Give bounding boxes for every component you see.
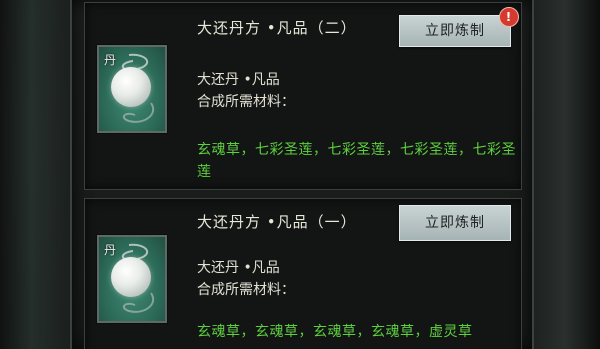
- craft-now-label: 立即炼制: [425, 215, 485, 231]
- recipe-list-panel[interactable]: 丹 大还丹方 •凡品（二） 立即炼制 ! 大还丹 •凡品 合成所需材料： 玄魂草…: [70, 0, 534, 349]
- recipe-info: 大还丹 •凡品 合成所需材料：: [197, 69, 295, 113]
- craft-now-button[interactable]: 立即炼制: [399, 205, 511, 241]
- pill-thumbnail[interactable]: 丹: [97, 235, 167, 323]
- materials-label: 合成所需材料：: [197, 282, 295, 298]
- product-name: 大还丹 •凡品: [197, 260, 280, 276]
- recipe-card: 丹 大还丹方 •凡品（一） 立即炼制 大还丹 •凡品 合成所需材料： 玄魂草，玄…: [84, 198, 522, 349]
- product-name: 大还丹 •凡品: [197, 72, 280, 88]
- recipe-title: 大还丹方 •凡品（二）: [197, 19, 357, 37]
- craft-now-label: 立即炼制: [425, 23, 485, 39]
- left-ink-backdrop: [0, 0, 70, 349]
- recipe-card: 丹 大还丹方 •凡品（二） 立即炼制 ! 大还丹 •凡品 合成所需材料： 玄魂草…: [84, 2, 522, 190]
- right-ink-backdrop: [530, 0, 600, 349]
- craft-now-button[interactable]: 立即炼制 !: [399, 7, 519, 47]
- thumb-label: 丹: [104, 243, 117, 257]
- game-screen: 丹 大还丹方 •凡品（二） 立即炼制 ! 大还丹 •凡品 合成所需材料： 玄魂草…: [0, 0, 600, 349]
- pill-thumbnail[interactable]: 丹: [97, 45, 167, 133]
- recipe-title: 大还丹方 •凡品（一）: [197, 213, 357, 231]
- materials-label: 合成所需材料：: [197, 94, 295, 110]
- pill-icon: [111, 257, 151, 297]
- exclamation-badge-icon: !: [499, 7, 519, 27]
- thumb-label: 丹: [104, 53, 117, 67]
- pill-icon: [111, 67, 151, 107]
- materials-list: 玄魂草，玄魂草，玄魂草，玄魂草，虚灵草: [197, 324, 473, 340]
- materials-list: 玄魂草，七彩圣莲，七彩圣莲，七彩圣莲，七彩圣莲: [197, 142, 516, 180]
- recipe-info: 大还丹 •凡品 合成所需材料：: [197, 257, 295, 301]
